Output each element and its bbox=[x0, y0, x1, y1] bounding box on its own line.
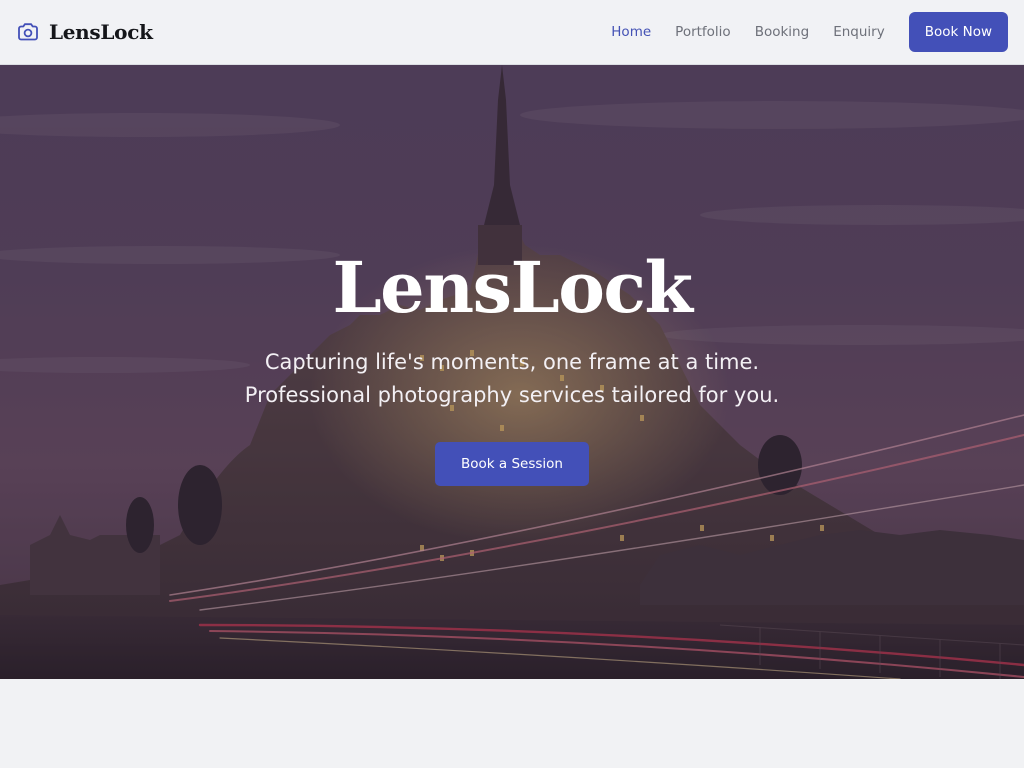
main-nav: Home Portfolio Booking Enquiry Book Now bbox=[611, 12, 1008, 52]
hero-title: LensLock bbox=[332, 246, 693, 329]
site-header: LensLock Home Portfolio Booking Enquiry … bbox=[0, 0, 1024, 65]
camera-icon bbox=[18, 23, 38, 41]
nav-link-enquiry[interactable]: Enquiry bbox=[833, 24, 885, 40]
hero-section: LensLock Capturing life's moments, one f… bbox=[0, 65, 1024, 679]
book-session-button[interactable]: Book a Session bbox=[435, 442, 589, 486]
page-below-hero bbox=[0, 679, 1024, 768]
nav-link-portfolio[interactable]: Portfolio bbox=[675, 24, 731, 40]
hero-content: LensLock Capturing life's moments, one f… bbox=[0, 65, 1024, 679]
hero-subtitle: Capturing life's moments, one frame at a… bbox=[244, 350, 780, 407]
brand-name: LensLock bbox=[49, 20, 153, 44]
nav-link-home[interactable]: Home bbox=[611, 24, 651, 40]
nav-link-booking[interactable]: Booking bbox=[755, 24, 809, 40]
book-now-button[interactable]: Book Now bbox=[908, 12, 1008, 52]
brand-logo[interactable]: LensLock bbox=[16, 20, 153, 44]
